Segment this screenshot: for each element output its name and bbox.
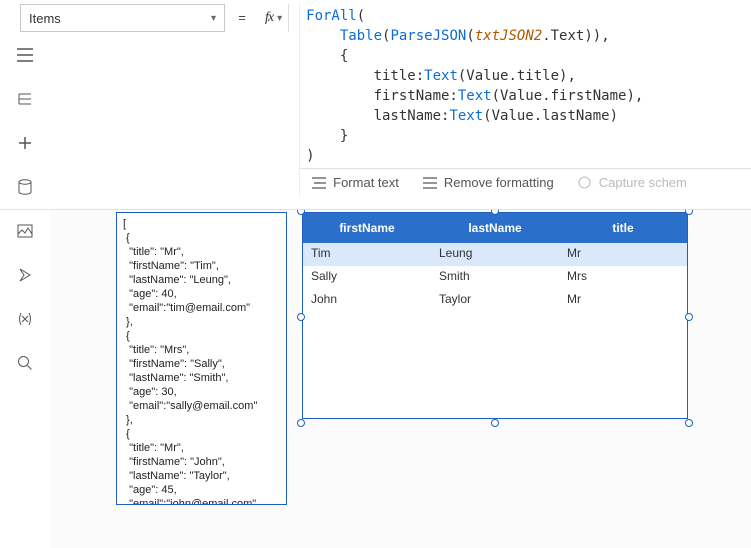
circle-icon: [578, 176, 592, 190]
canvas[interactable]: [ { "title": "Mr", "firstName": "Tim", "…: [50, 210, 751, 548]
resize-handle[interactable]: [685, 210, 693, 215]
resize-handle[interactable]: [297, 419, 305, 427]
capture-label: Capture schem: [599, 175, 687, 190]
data-icon[interactable]: [16, 178, 34, 196]
data-table-control[interactable]: firstName lastName title TimLeungMrSally…: [302, 212, 688, 422]
chevron-down-icon: ▾: [211, 13, 216, 24]
resize-handle[interactable]: [297, 313, 305, 321]
variables-icon[interactable]: [16, 310, 34, 328]
table-cell: Mr: [559, 243, 687, 266]
formula-input[interactable]: ForAll( Table(ParseJSON(txtJSON2.Text)),…: [300, 4, 751, 168]
format-text-button[interactable]: Format text: [312, 175, 399, 190]
json-text-input[interactable]: [ { "title": "Mr", "firstName": "Tim", "…: [116, 212, 287, 505]
table-cell: John: [303, 289, 431, 312]
media-icon[interactable]: [16, 222, 34, 240]
formula-toolbar: Format text Remove formatting Capture sc…: [300, 168, 751, 196]
table-cell: Leung: [431, 243, 559, 266]
property-selector[interactable]: Items ▾: [20, 4, 225, 32]
table-cell: Sally: [303, 266, 431, 289]
search-icon[interactable]: [16, 354, 34, 372]
col-header[interactable]: firstName: [303, 213, 431, 243]
formula-bar: Items ▾ = fx ▾ ForAll( Table(ParseJSON(t…: [0, 0, 751, 210]
table-cell: Mr: [559, 289, 687, 312]
power-automate-icon[interactable]: [16, 266, 34, 284]
resize-handle[interactable]: [685, 419, 693, 427]
table-cell: Smith: [431, 266, 559, 289]
table-body: TimLeungMrSallySmithMrsJohnTaylorMr: [303, 243, 687, 312]
col-header[interactable]: title: [559, 213, 687, 243]
insert-icon[interactable]: [16, 134, 34, 152]
format-icon: [312, 176, 326, 190]
col-header[interactable]: lastName: [431, 213, 559, 243]
chevron-down-icon: ▾: [277, 13, 282, 24]
remove-formatting-button[interactable]: Remove formatting: [423, 175, 554, 190]
table-header: firstName lastName title: [303, 213, 687, 243]
resize-handle[interactable]: [685, 313, 693, 321]
format-label: Format text: [333, 175, 399, 190]
remove-label: Remove formatting: [444, 175, 554, 190]
equals-label: =: [235, 4, 249, 25]
hamburger-icon[interactable]: [16, 46, 34, 64]
remove-format-icon: [423, 176, 437, 190]
table-row[interactable]: TimLeungMr: [303, 243, 687, 266]
table-cell: Mrs: [559, 266, 687, 289]
table-row[interactable]: SallySmithMrs: [303, 266, 687, 289]
fx-button[interactable]: fx ▾: [259, 4, 289, 32]
table-row[interactable]: JohnTaylorMr: [303, 289, 687, 312]
resize-handle[interactable]: [491, 419, 499, 427]
fx-icon: fx: [265, 10, 273, 26]
table-cell: Taylor: [431, 289, 559, 312]
table-cell: Tim: [303, 243, 431, 266]
tree-view-icon[interactable]: [16, 90, 34, 108]
capture-schema-button: Capture schem: [578, 175, 687, 190]
